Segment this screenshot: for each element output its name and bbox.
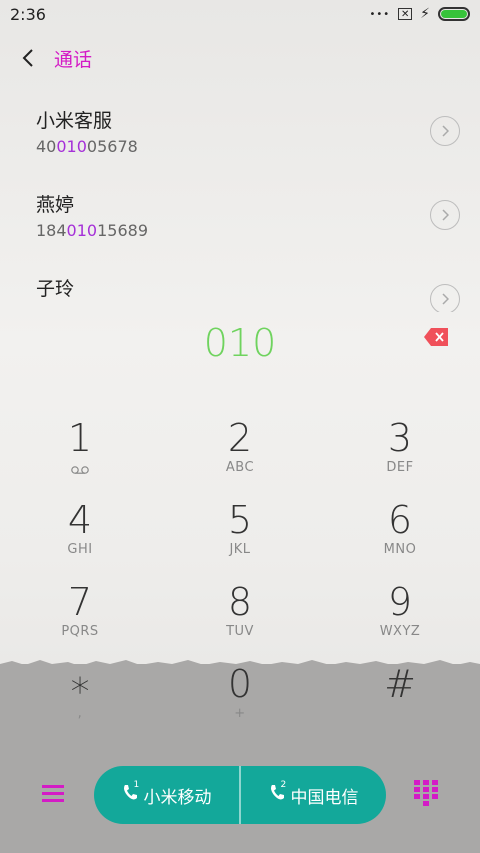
voicemail-icon <box>70 460 90 479</box>
contact-name: 小米客服 <box>36 110 113 132</box>
phone-icon: 2 <box>269 780 286 807</box>
key-9[interactable]: 9 WXYZ <box>320 580 480 662</box>
key-8[interactable]: 8 TUV <box>160 580 320 662</box>
contact-number: 18401015689 <box>36 221 148 240</box>
contact-name: 燕婷 <box>36 194 75 216</box>
page-title: 通话 <box>54 48 93 71</box>
contact-number: 4001005678 <box>36 137 138 156</box>
key-star[interactable]: ∗ , <box>0 662 160 744</box>
contact-name: 子玲 <box>36 278 75 300</box>
status-time: 2:36 <box>10 4 46 24</box>
key-1[interactable]: 1 <box>0 416 160 498</box>
call-sim2-button[interactable]: 2 中国电信 <box>241 766 386 824</box>
backspace-icon[interactable] <box>424 328 448 346</box>
key-6[interactable]: 6 MNO <box>320 498 480 580</box>
header: 通话 <box>0 36 480 80</box>
contact-list: 小米客服 4001005678 燕婷 18401015689 子玲 <box>0 96 480 312</box>
phone-icon: 1 <box>122 780 139 807</box>
call-button-group: 1 小米移动 2 中国电信 <box>94 766 386 824</box>
call-sim1-label: 小米移动 <box>143 787 212 808</box>
chevron-right-icon[interactable] <box>430 284 460 312</box>
key-5[interactable]: 5 JKL <box>160 498 320 580</box>
menu-icon[interactable] <box>42 782 66 806</box>
dial-input-row: 010 <box>0 318 480 368</box>
list-item[interactable]: 子玲 <box>0 264 480 312</box>
battery-icon <box>438 7 470 21</box>
key-7[interactable]: 7 PQRS <box>0 580 160 662</box>
back-arrow-icon[interactable] <box>8 36 48 80</box>
status-bar: 2:36 ••• ✕ ⚡ <box>0 0 480 28</box>
dialpad-icon[interactable] <box>414 780 438 810</box>
key-2[interactable]: 2 ABC <box>160 416 320 498</box>
call-bar: 1 小米移动 2 中国电信 <box>0 766 480 824</box>
key-0[interactable]: 0 + <box>160 662 320 744</box>
key-4[interactable]: 4 GHI <box>0 498 160 580</box>
dialpad: 1 2 ABC 3 DEF 4 GHI 5 JKL 6 MNO 7 PQRS 8… <box>0 416 480 744</box>
no-sim-icon: ✕ <box>398 8 413 20</box>
key-3[interactable]: 3 DEF <box>320 416 480 498</box>
chevron-right-icon[interactable] <box>430 200 460 230</box>
list-item[interactable]: 燕婷 18401015689 <box>0 180 480 264</box>
key-hash[interactable]: # <box>320 662 480 744</box>
status-icons: ••• ✕ ⚡ <box>369 6 470 22</box>
chevron-right-icon[interactable] <box>430 116 460 146</box>
more-dots-icon: ••• <box>369 8 391 20</box>
call-sim1-button[interactable]: 1 小米移动 <box>94 766 239 824</box>
list-item[interactable]: 小米客服 4001005678 <box>0 96 480 180</box>
charging-icon: ⚡ <box>420 6 430 22</box>
dial-input[interactable]: 010 <box>204 321 277 365</box>
call-sim2-label: 中国电信 <box>290 787 359 808</box>
